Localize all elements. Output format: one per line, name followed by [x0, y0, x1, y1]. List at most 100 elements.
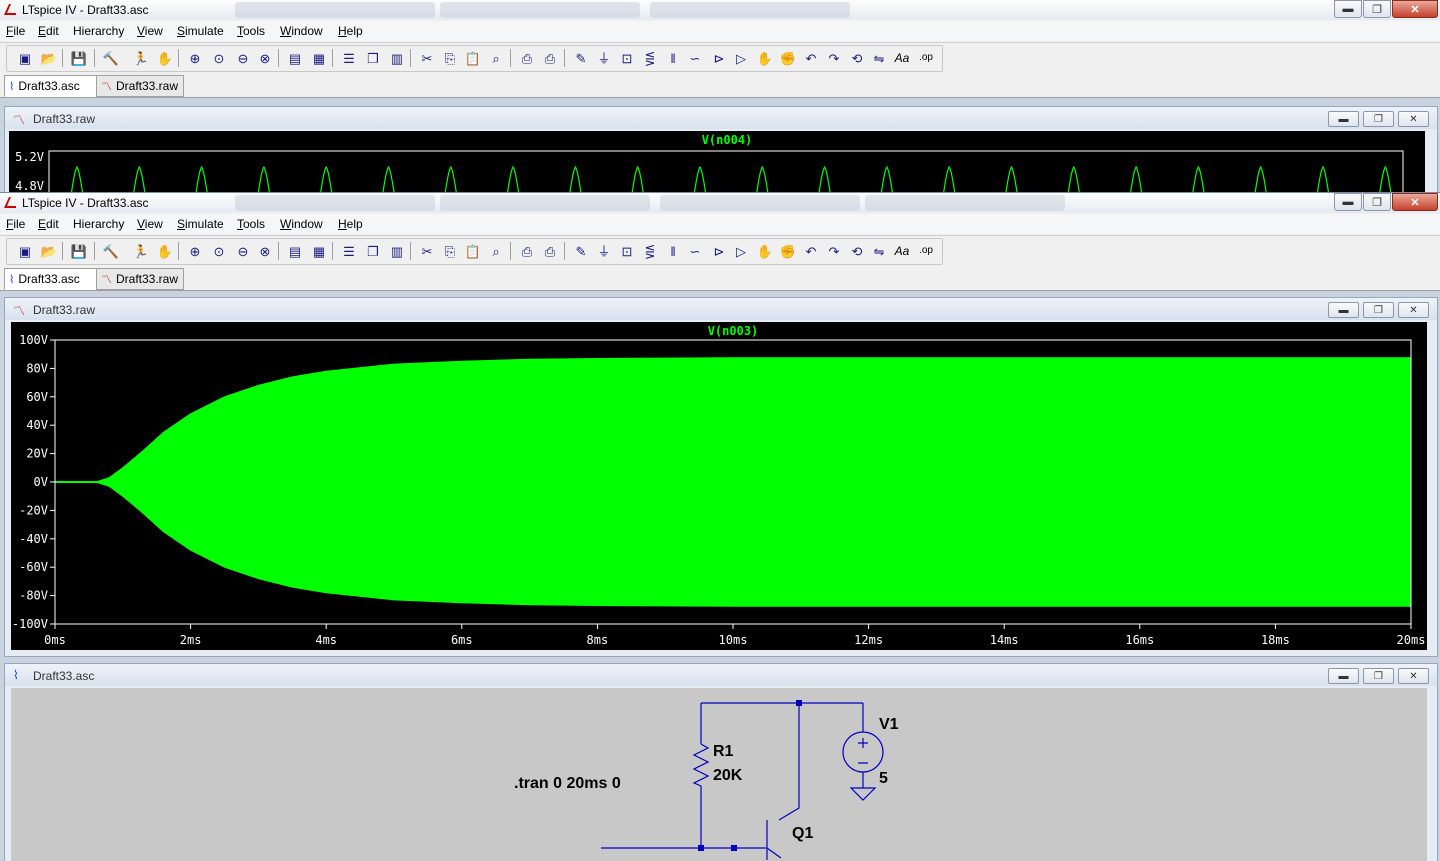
capacitor-icon[interactable]: ‖	[664, 242, 682, 260]
drag-icon[interactable]: ✊	[779, 242, 797, 260]
back-trace-label[interactable]: V(n004)	[702, 133, 753, 147]
pan-hand-icon[interactable]: ✋	[156, 49, 174, 67]
child-close-button[interactable]: ✕	[1398, 668, 1429, 684]
q1-label[interactable]: Q1	[792, 825, 813, 843]
v1-value[interactable]: 5	[879, 770, 888, 788]
spice-directive-icon[interactable]: .op	[917, 49, 935, 67]
waveform-window[interactable]: 〽 Draft33.raw ▬ ❐ ✕ 100V 80V 60V 40V 20V 0V -2…	[4, 297, 1438, 657]
schematic-canvas[interactable]: .tran 0 20ms 0 R1 20K V1 5 Q1	[11, 688, 1427, 861]
resistor-icon[interactable]: ⋚	[641, 242, 659, 260]
zoom-cancel-icon[interactable]: ⊗	[256, 49, 274, 67]
menu-tools[interactable]: Tools	[237, 24, 265, 38]
capacitor-icon[interactable]: ‖	[664, 49, 682, 67]
child-restore-button[interactable]: ❐	[1363, 668, 1394, 684]
redo-icon[interactable]: ↷	[825, 49, 843, 67]
text-icon[interactable]: Aa	[893, 242, 911, 260]
move-icon[interactable]: ✋	[756, 242, 774, 260]
cascade-icon[interactable]: ❐	[364, 242, 382, 260]
trace-label[interactable]: V(n003)	[708, 324, 759, 338]
menu-window[interactable]: Window	[280, 24, 323, 38]
tile-horizontal-icon[interactable]: ☰	[340, 49, 358, 67]
waveform-window-back[interactable]: 〽 Draft33.raw ▬ ❐ ✕ 5.2V 4.8V V(n004)	[4, 106, 1438, 193]
inductor-icon[interactable]: ∽	[686, 49, 704, 67]
menu-help[interactable]: Help	[338, 217, 363, 231]
tab-draft33-asc[interactable]: ⌇ Draft33.asc	[4, 268, 100, 290]
diode-icon[interactable]: ⊳	[710, 49, 728, 67]
child-restore-button[interactable]: ❐	[1363, 302, 1394, 318]
child-minimize-button[interactable]: ▬	[1328, 302, 1359, 318]
cut-icon[interactable]: ✂	[418, 49, 436, 67]
redo-icon[interactable]: ↷	[825, 242, 843, 260]
r1-value[interactable]: 20K	[713, 767, 742, 785]
menu-view[interactable]: View	[137, 24, 163, 38]
title-bar[interactable]: LTspice IV - Draft33.asc ▬ ❐ ✕	[0, 0, 1440, 20]
title-bar[interactable]: LTspice IV - Draft33.asc ▬ ❐ ✕	[0, 193, 1440, 213]
back-plot-area[interactable]: 5.2V 4.8V V(n004)	[9, 131, 1425, 193]
wire-icon[interactable]: ✎	[572, 242, 590, 260]
find-icon[interactable]: ⌕	[487, 242, 505, 260]
print-setup-icon[interactable]: ⎙	[518, 242, 536, 260]
copy-icon[interactable]: ⎘	[441, 49, 459, 67]
tab-draft33-raw[interactable]: 〽 Draft33.raw	[96, 75, 184, 97]
component-icon[interactable]: ▷	[732, 242, 750, 260]
menu-tools[interactable]: Tools	[237, 217, 265, 231]
cut-icon[interactable]: ✂	[418, 242, 436, 260]
paste-icon[interactable]: 📋	[464, 49, 482, 67]
schematic-window[interactable]: ⌇ Draft33.asc ▬ ❐ ✕ .tran 0 20ms 0 R1 20…	[4, 663, 1438, 861]
menu-window[interactable]: Window	[280, 217, 323, 231]
rotate-icon[interactable]: ⟲	[848, 242, 866, 260]
control-panel-icon[interactable]: 🔨	[102, 242, 120, 260]
grid-icon[interactable]: ▦	[310, 49, 328, 67]
ground-icon[interactable]: ⏚	[595, 49, 613, 67]
spice-directive-icon[interactable]: .op	[917, 242, 935, 260]
zoom-full-icon[interactable]: ⊙	[210, 49, 228, 67]
menu-file[interactable]: File	[6, 24, 25, 38]
copy-icon[interactable]: ⎘	[441, 242, 459, 260]
spice-directive[interactable]: .tran 0 20ms 0	[514, 775, 621, 793]
tile-vertical-icon[interactable]: ▥	[388, 49, 406, 67]
open-icon[interactable]: 📂	[40, 242, 58, 260]
print-icon[interactable]: ⎙	[541, 49, 559, 67]
close-button[interactable]: ✕	[1392, 0, 1438, 18]
zoom-full-icon[interactable]: ⊙	[210, 242, 228, 260]
label-icon[interactable]: ⊡	[618, 49, 636, 67]
text-icon[interactable]: Aa	[893, 49, 911, 67]
new-schematic-icon[interactable]: ▣	[16, 49, 34, 67]
save-icon[interactable]: 💾	[70, 242, 88, 260]
drag-icon[interactable]: ✊	[779, 49, 797, 67]
diode-icon[interactable]: ⊳	[710, 242, 728, 260]
close-button[interactable]: ✕	[1392, 193, 1438, 211]
zoom-out-icon[interactable]: ⊖	[234, 242, 252, 260]
print-icon[interactable]: ⎙	[541, 242, 559, 260]
zoom-in-icon[interactable]: ⊕	[186, 49, 204, 67]
restore-button[interactable]: ❐	[1363, 0, 1391, 18]
child-close-button[interactable]: ✕	[1398, 302, 1429, 318]
menu-simulate[interactable]: Simulate	[177, 24, 224, 38]
plot-area[interactable]: 100V 80V 60V 40V 20V 0V -20V -40V -60V -80V -100V 0…	[11, 322, 1427, 650]
child-restore-button[interactable]: ❐	[1363, 111, 1394, 127]
menu-edit[interactable]: Edit	[38, 217, 59, 231]
menu-help[interactable]: Help	[338, 24, 363, 38]
menu-edit[interactable]: Edit	[38, 24, 59, 38]
menu-hierarchy[interactable]: Hierarchy	[73, 24, 124, 38]
save-icon[interactable]: 💾	[70, 49, 88, 67]
tile-horizontal-icon[interactable]: ☰	[340, 242, 358, 260]
wire-icon[interactable]: ✎	[572, 49, 590, 67]
restore-button[interactable]: ❐	[1363, 193, 1391, 211]
move-icon[interactable]: ✋	[756, 49, 774, 67]
paste-icon[interactable]: 📋	[464, 242, 482, 260]
autorange-icon[interactable]: ▤	[286, 49, 304, 67]
zoom-cancel-icon[interactable]: ⊗	[256, 242, 274, 260]
zoom-out-icon[interactable]: ⊖	[234, 49, 252, 67]
inductor-icon[interactable]: ∽	[686, 242, 704, 260]
cascade-icon[interactable]: ❐	[364, 49, 382, 67]
menu-simulate[interactable]: Simulate	[177, 217, 224, 231]
v1-label[interactable]: V1	[879, 716, 899, 734]
child-close-button[interactable]: ✕	[1398, 111, 1429, 127]
undo-icon[interactable]: ↶	[802, 242, 820, 260]
tile-vertical-icon[interactable]: ▥	[388, 242, 406, 260]
run-icon[interactable]: 🏃	[132, 242, 150, 260]
resistor-icon[interactable]: ⋚	[641, 49, 659, 67]
minimize-button[interactable]: ▬	[1334, 193, 1362, 211]
r1-label[interactable]: R1	[713, 743, 733, 761]
